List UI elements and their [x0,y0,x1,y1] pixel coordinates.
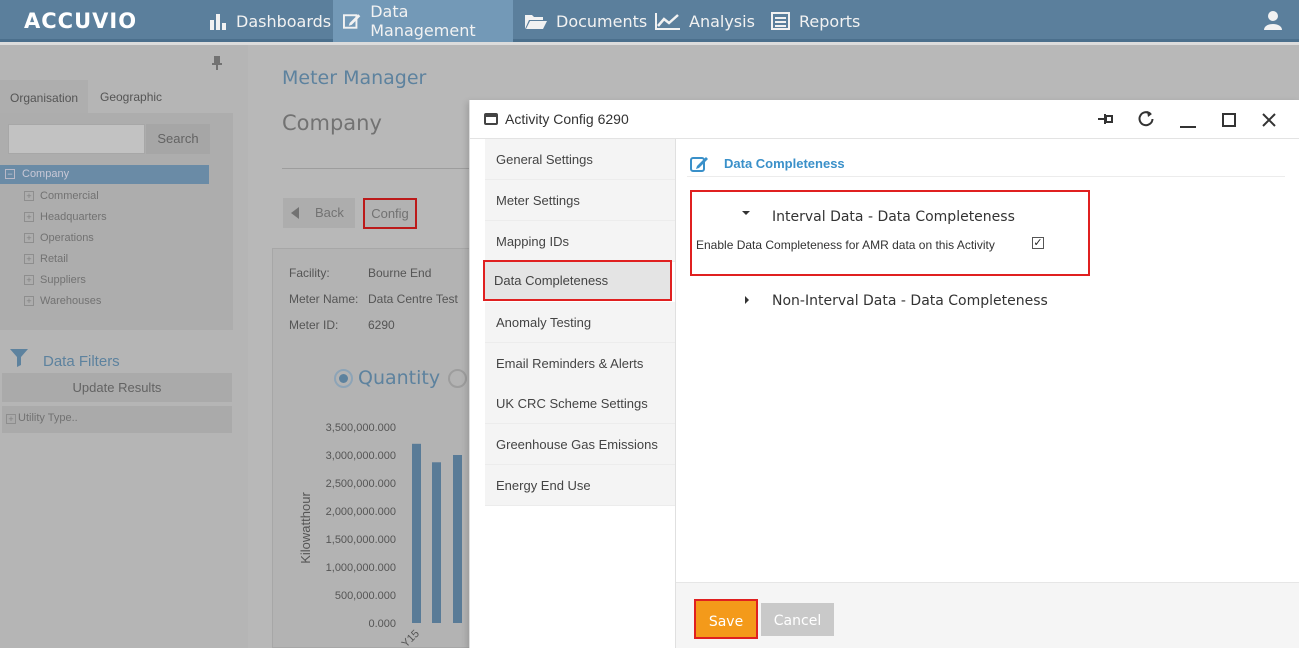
line-chart-icon [655,13,680,30]
nav-analysis[interactable]: Analysis [655,0,755,42]
nav-dashboards[interactable]: Dashboards [208,0,331,42]
user-icon[interactable] [1263,10,1283,33]
side-item-email-reminders[interactable]: Email Reminders & Alerts [485,343,675,384]
caret-down-icon[interactable] [742,211,750,215]
report-list-icon [771,12,790,30]
nav-label: Dashboards [236,11,332,31]
refresh-icon[interactable] [1137,110,1155,131]
section-title: Data Completeness [724,156,845,171]
edit-icon [690,155,710,176]
config-content: Data Completeness Interval Data - Data C… [676,139,1299,582]
edit-icon [343,14,361,29]
highlight-box [690,190,1090,276]
side-item-uk-crc[interactable]: UK CRC Scheme Settings [485,383,675,424]
dialog-header: Activity Config 6290 [470,100,1299,139]
side-menu-fill [485,546,675,648]
top-nav-bar: ACCUVIO Dashboards Data Management Docum… [0,0,1299,42]
minimize-icon[interactable] [1180,118,1196,132]
dialog-footer: Save Cancel [676,582,1299,648]
bar-chart-icon [210,14,226,30]
nav-reports[interactable]: Reports [771,0,860,42]
dialog-title: Activity Config 6290 [505,111,629,127]
nav-label: Documents [556,11,648,31]
caret-right-icon[interactable] [745,296,749,304]
side-item-ghg-emissions[interactable]: Greenhouse Gas Emissions [485,424,675,465]
window-icon [484,113,498,125]
side-item-mapping-ids[interactable]: Mapping IDs [485,221,675,262]
nav-label: Reports [799,11,861,31]
folder-open-icon [525,15,547,29]
nav-data-management[interactable]: Data Management [333,0,513,42]
side-item-anomaly-testing[interactable]: Anomaly Testing [485,302,675,343]
nav-label: Data Management [370,2,476,40]
save-button[interactable]: Save [694,599,758,639]
side-item-data-completeness[interactable]: Data Completeness [483,260,672,301]
side-item-energy-end-use[interactable]: Energy End Use [485,465,675,506]
enable-completeness-checkbox[interactable]: ✓ [1032,237,1044,249]
maximize-icon[interactable] [1222,113,1236,130]
nav-label: Analysis [689,11,755,31]
nav-documents[interactable]: Documents [524,0,647,42]
non-interval-data-header[interactable]: Non-Interval Data - Data Completeness [772,293,1048,309]
activity-config-dialog: Activity Config 6290 General Settings Me… [469,100,1299,648]
enable-completeness-label: Enable Data Completeness for AMR data on… [696,238,995,252]
pin-icon[interactable] [1098,112,1114,129]
config-side-menu: General Settings Meter Settings Mapping … [483,139,675,648]
app-logo[interactable]: ACCUVIO [24,9,137,33]
side-item-meter-settings[interactable]: Meter Settings [485,180,675,221]
interval-data-header[interactable]: Interval Data - Data Completeness [772,209,1015,225]
cancel-button[interactable]: Cancel [761,603,834,636]
close-icon[interactable] [1262,113,1276,130]
side-item-general-settings[interactable]: General Settings [485,139,675,180]
